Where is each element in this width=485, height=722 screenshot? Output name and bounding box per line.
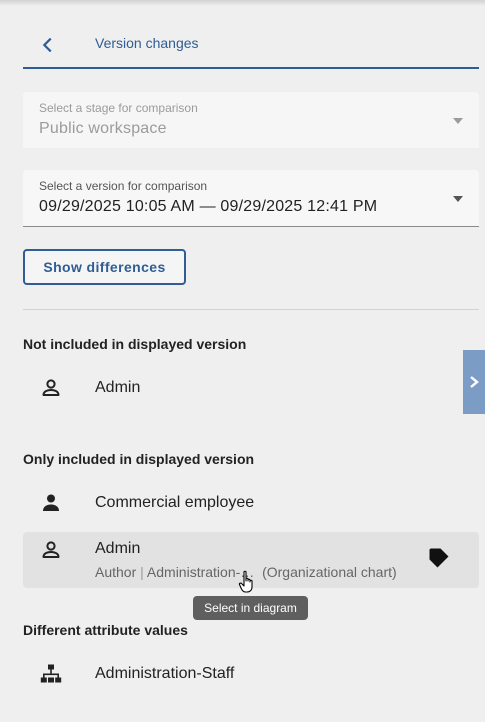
tag-icon[interactable]: [427, 546, 451, 570]
stage-select-label: Select a stage for comparison: [39, 101, 198, 115]
person-outline-icon: [42, 379, 60, 396]
page-title: Version changes: [95, 35, 199, 51]
list-item-label: Administration-Staff: [95, 665, 235, 682]
top-shadow: [0, 0, 485, 6]
tooltip: Select in diagram: [193, 596, 308, 620]
stage-select-value: Public workspace: [39, 120, 167, 137]
divider: [23, 309, 479, 310]
version-select-value: 09/29/2025 10:05 AM — 09/29/2025 12:41 P…: [39, 198, 378, 215]
version-select[interactable]: Select a version for comparison 09/29/20…: [23, 170, 479, 227]
list-item[interactable]: Commercial employee: [23, 475, 479, 531]
item-model: (Organizational chart): [262, 564, 397, 580]
chevron-right-icon: [470, 376, 479, 388]
section-title-different-attributes: Different attribute values: [23, 622, 188, 638]
stage-select[interactable]: Select a stage for comparison Public wor…: [23, 92, 479, 148]
version-select-label: Select a version for comparison: [39, 179, 208, 193]
item-role: Author: [95, 564, 137, 580]
org-chart-icon: [40, 664, 62, 683]
list-item[interactable]: Administration-Staff: [23, 646, 479, 702]
item-separator: |: [140, 564, 144, 580]
panel-header: Version changes: [23, 22, 479, 69]
section-title-only-included: Only included in displayed version: [23, 451, 255, 467]
chevron-left-icon[interactable]: [37, 34, 59, 56]
hand-cursor-icon: [238, 570, 253, 593]
section-title-not-included: Not included in displayed version: [23, 336, 247, 352]
show-differences-button[interactable]: Show differences: [23, 249, 186, 285]
list-item-label: Admin: [95, 540, 141, 557]
list-item[interactable]: Admin: [23, 360, 479, 416]
list-item-label: Admin: [95, 379, 141, 396]
person-outline-icon: [42, 541, 60, 558]
caret-down-icon: [453, 196, 463, 202]
caret-down-icon: [453, 118, 463, 124]
expand-panel-tab[interactable]: [463, 350, 485, 414]
list-item-label: Commercial employee: [95, 494, 255, 511]
person-filled-icon: [43, 494, 59, 511]
